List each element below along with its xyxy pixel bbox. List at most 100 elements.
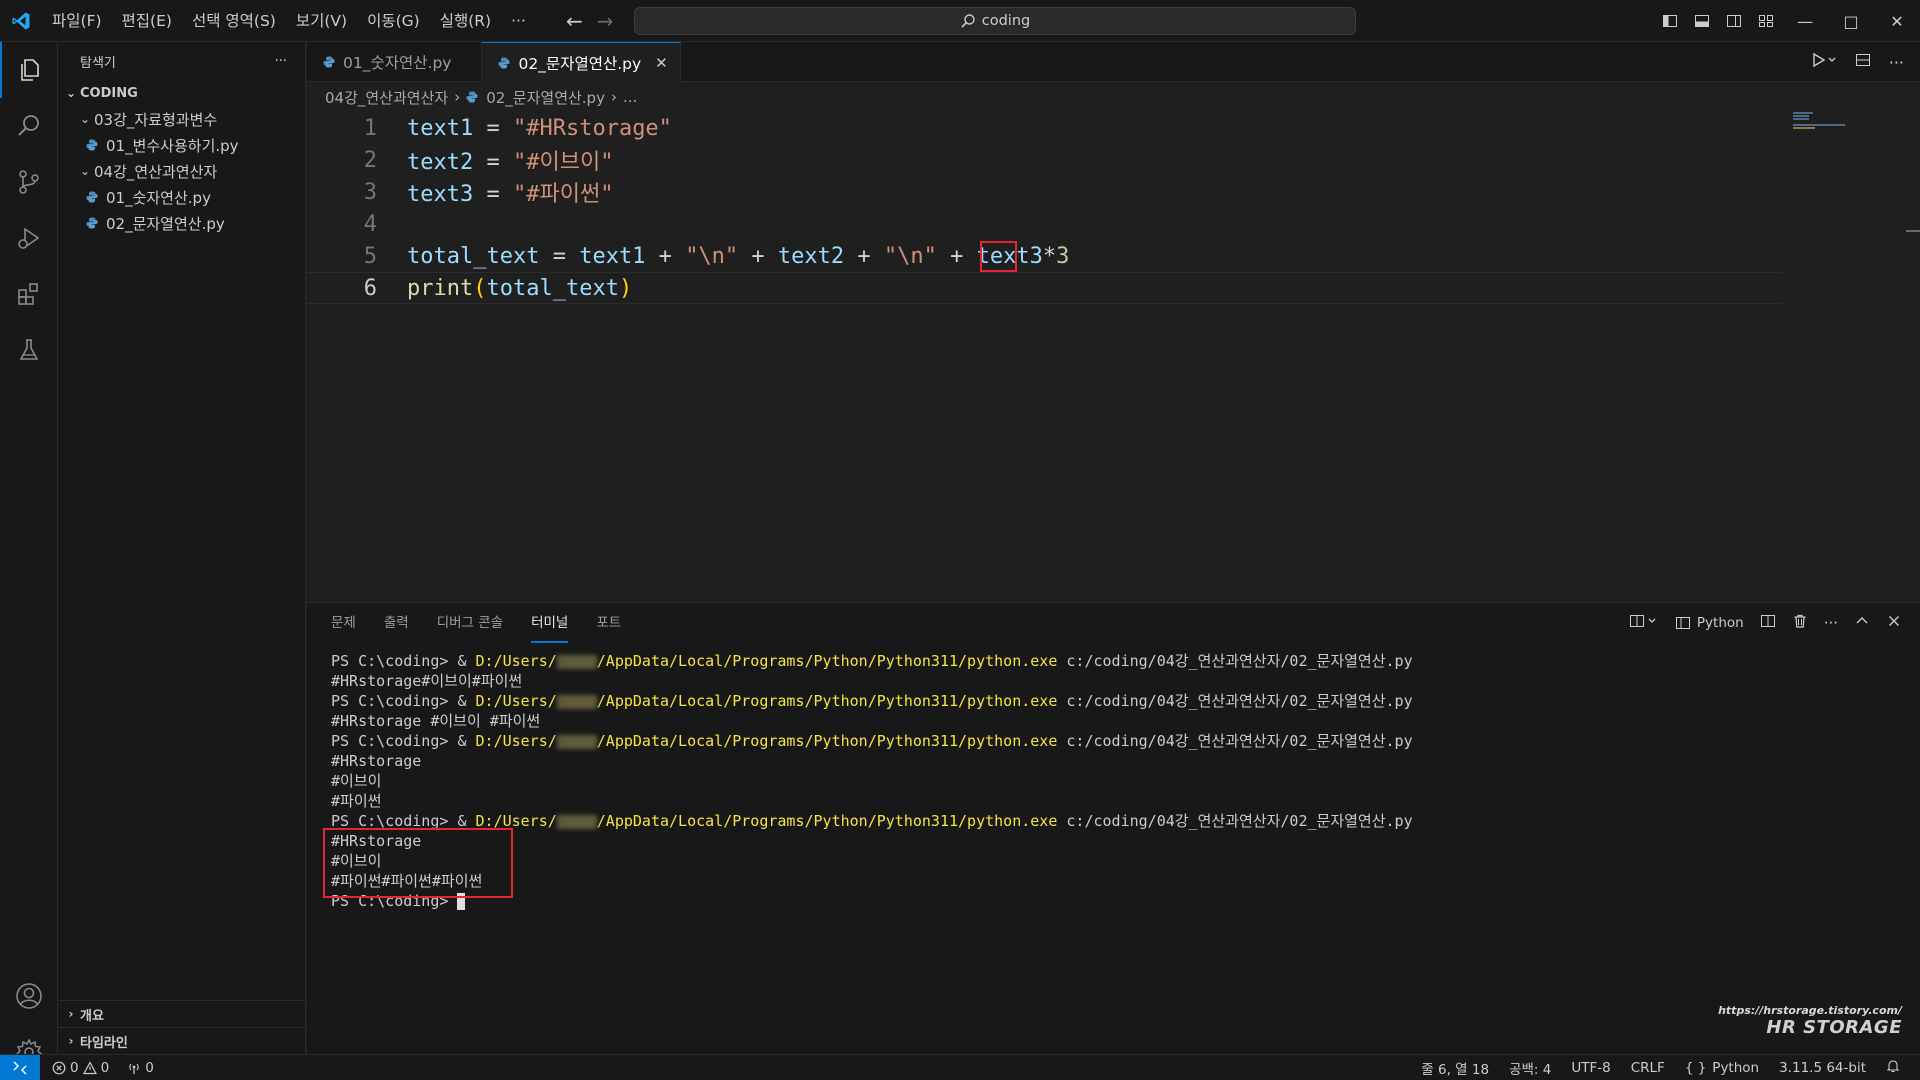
end-of-line[interactable]: CRLF [1631, 1060, 1665, 1076]
editor-more-icon[interactable]: ··· [1889, 53, 1904, 72]
terminal-line: #이브이 [331, 772, 382, 790]
menu-file[interactable]: 파일(F) [42, 0, 112, 42]
tab-terminal[interactable]: 터미널 [531, 603, 569, 643]
ports-status[interactable]: 0 [127, 1060, 154, 1076]
tab-number-ops[interactable]: 01_숫자연산.py [307, 42, 483, 82]
code-editor[interactable]: 1 text1 = "#HRstorage" 2 text2 = "#이브이" … [307, 112, 1920, 602]
run-debug-icon[interactable] [0, 210, 58, 266]
menu-selection[interactable]: 선택 영역(S) [182, 0, 286, 42]
split-terminal-icon[interactable] [1760, 613, 1776, 633]
notifications-bell-icon[interactable] [1886, 1059, 1900, 1077]
breadcrumb-file[interactable]: 02_문자열연산.py [486, 87, 605, 108]
menu-go[interactable]: 이동(G) [357, 0, 430, 42]
title-bar: 파일(F) 편집(E) 선택 영역(S) 보기(V) 이동(G) 실행(R) ·… [0, 0, 1920, 42]
tab-ports[interactable]: 포트 [596, 603, 621, 643]
editor-tabs: 01_숫자연산.py 02_문자열연산.py ✕ [307, 42, 1920, 82]
outline-section[interactable]: › 개요 [58, 1000, 306, 1027]
toggle-panel-icon[interactable] [1686, 0, 1718, 42]
python-file-icon [323, 56, 335, 68]
timeline-section[interactable]: › 타임라인 [58, 1027, 306, 1054]
new-terminal-layout-icon[interactable] [1629, 613, 1659, 633]
breadcrumb: 04강_연산과연산자 › 02_문자열연산.py › ... [307, 82, 637, 112]
chevron-right-icon: › [610, 88, 617, 106]
code-line: 3 text3 = "#파이썬" [307, 176, 1782, 208]
remote-indicator-icon[interactable] [0, 1054, 40, 1080]
close-window-icon[interactable]: ✕ [1874, 0, 1920, 42]
menu-bar: 파일(F) 편집(E) 선택 영역(S) 보기(V) 이동(G) 실행(R) ·… [42, 0, 536, 42]
breadcrumb-folder[interactable]: 04강_연산과연산자 [325, 87, 448, 108]
scrollbar-marker[interactable] [1906, 230, 1920, 232]
error-icon [52, 1061, 66, 1074]
menu-more[interactable]: ··· [501, 0, 536, 42]
file-string-ops[interactable]: 02_문자열연산.py [58, 210, 305, 236]
braces-icon: { } [1684, 1060, 1707, 1076]
extensions-icon[interactable] [0, 266, 58, 322]
run-python-icon[interactable] [1811, 52, 1837, 72]
code-line: 4 [307, 208, 1782, 240]
chevron-down-icon: ⌄ [65, 86, 77, 100]
split-editor-icon[interactable] [1855, 52, 1871, 72]
tab-debug-console[interactable]: 디버그 콘솔 [437, 603, 503, 643]
command-center-search[interactable]: coding [634, 7, 1356, 35]
search-text: coding [981, 13, 1031, 29]
toggle-primary-sidebar-icon[interactable] [1654, 0, 1686, 42]
toggle-secondary-sidebar-icon[interactable] [1718, 0, 1750, 42]
tab-problems[interactable]: 문제 [331, 603, 356, 643]
explorer-sidebar: 탐색기 ··· ⌄ CODING ⌄ 03강_자료형과변수 01_변수사용하기.… [58, 42, 306, 1054]
customize-layout-icon[interactable] [1750, 0, 1782, 42]
file-number-ops[interactable]: 01_숫자연산.py [58, 184, 305, 210]
menu-run[interactable]: 실행(R) [430, 0, 501, 42]
terminal-line: #HRstorage [331, 752, 422, 770]
terminal-line: #HRstorage #이브이 #파이썬 [331, 712, 541, 730]
explorer-more-icon[interactable]: ··· [275, 54, 287, 69]
menu-view[interactable]: 보기(V) [286, 0, 357, 42]
breadcrumb-symbols[interactable]: ... [623, 88, 637, 106]
account-icon[interactable] [0, 968, 58, 1024]
activity-bar [0, 42, 58, 1066]
workspace-root[interactable]: ⌄ CODING [58, 80, 305, 106]
folder-03[interactable]: ⌄ 03강_자료형과변수 [58, 106, 305, 132]
warning-icon [82, 1060, 97, 1074]
problems-status[interactable]: 0 0 [52, 1060, 109, 1076]
back-arrow-icon[interactable]: ← [566, 9, 583, 33]
panel-more-icon[interactable]: ··· [1824, 614, 1838, 632]
terminal-line: PS C:\coding> & D:/Users//AppData/Local/… [331, 732, 1413, 750]
language-mode[interactable]: { } Python [1685, 1060, 1759, 1076]
python-file-icon [86, 217, 98, 229]
close-panel-icon[interactable] [1886, 613, 1902, 633]
code-line: 5 total_text = text1 + "\n" + text2 + "\… [307, 240, 1782, 272]
minimap[interactable] [1790, 112, 1850, 132]
search-icon [961, 14, 975, 28]
testing-flask-icon[interactable] [0, 322, 58, 378]
vscode-logo-icon [0, 0, 42, 42]
explorer-icon[interactable] [0, 42, 58, 98]
folder-04[interactable]: ⌄ 04강_연산과연산자 [58, 158, 305, 184]
line-number: 5 [363, 243, 377, 269]
source-control-icon[interactable] [0, 154, 58, 210]
forward-arrow-icon[interactable]: → [597, 9, 614, 33]
indentation[interactable]: 공백: 4 [1509, 1058, 1551, 1078]
tab-string-ops[interactable]: 02_문자열연산.py ✕ [482, 42, 681, 82]
explorer-title: 탐색기 [80, 55, 116, 71]
terminal-line: #파이썬 [331, 792, 382, 810]
line-number: 1 [363, 115, 377, 141]
encoding[interactable]: UTF-8 [1571, 1060, 1610, 1076]
minimize-icon[interactable]: — [1782, 0, 1828, 42]
terminal-shell-selector[interactable]: Python [1675, 615, 1744, 631]
menu-edit[interactable]: 편집(E) [112, 0, 182, 42]
blurred-username [556, 654, 597, 669]
file-variable-usage[interactable]: 01_변수사용하기.py [58, 132, 305, 158]
python-file-icon [86, 191, 98, 203]
blurred-username [556, 694, 597, 709]
python-file-icon [86, 139, 98, 151]
cursor-position[interactable]: 줄 6, 열 18 [1421, 1058, 1489, 1078]
chevron-down-icon: ⌄ [79, 164, 91, 178]
trash-icon[interactable] [1792, 613, 1808, 633]
python-interpreter[interactable]: 3.11.5 64-bit [1779, 1060, 1866, 1076]
search-view-icon[interactable] [0, 98, 58, 154]
maximize-panel-icon[interactable] [1854, 613, 1870, 633]
maximize-icon[interactable]: □ [1828, 0, 1874, 42]
close-tab-icon[interactable]: ✕ [655, 54, 668, 72]
code-line-current: 6 print(total_text) [307, 272, 1782, 304]
tab-output[interactable]: 출력 [384, 603, 409, 643]
